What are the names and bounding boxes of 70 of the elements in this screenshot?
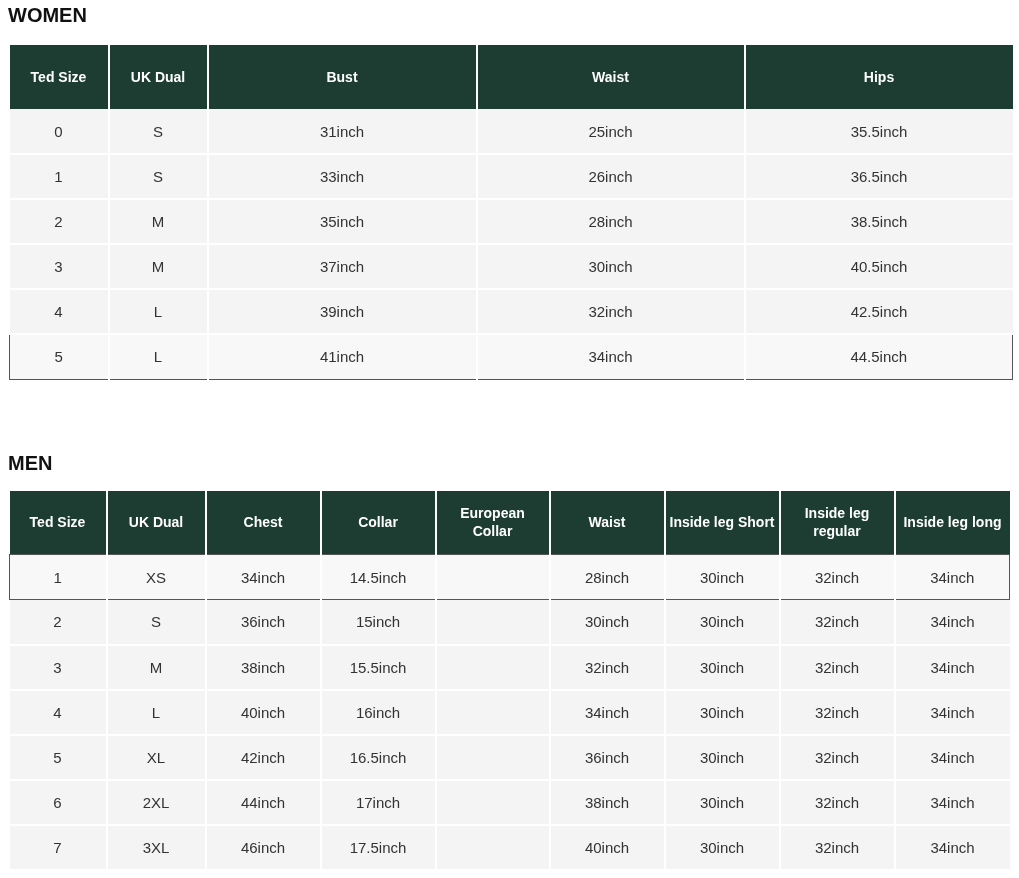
table-cell: 34inch — [894, 644, 1010, 690]
column-header: Chest — [205, 490, 321, 555]
table-cell: 4 — [9, 689, 107, 735]
table-cell: 17.5inch — [320, 824, 436, 870]
table-cell: 5 — [9, 334, 109, 379]
table-cell: 30inch — [664, 779, 780, 825]
table-cell: 30inch — [664, 734, 780, 780]
column-header: Bust — [207, 45, 477, 109]
table-cell: 15inch — [320, 599, 436, 645]
table-cell: 40inch — [549, 824, 665, 870]
table-cell: 44inch — [205, 779, 321, 825]
table-cell: 5 — [9, 734, 107, 780]
table-cell: 30inch — [664, 599, 780, 645]
table-cell: 42inch — [205, 734, 321, 780]
table-cell: 16inch — [320, 689, 436, 735]
table-cell: 34inch — [894, 554, 1010, 600]
table-cell: 36inch — [549, 734, 665, 780]
table-cell: 34inch — [549, 689, 665, 735]
column-header: Inside leg Short — [664, 490, 780, 555]
table-cell: 3XL — [106, 824, 206, 870]
table-cell: M — [106, 644, 206, 690]
table-cell: 32inch — [779, 824, 895, 870]
table-cell: 40inch — [205, 689, 321, 735]
table-cell: 7 — [9, 824, 107, 870]
column-header: Waist — [476, 45, 745, 109]
table-cell: 44.5inch — [744, 334, 1013, 379]
table-cell: 17inch — [320, 779, 436, 825]
table-cell: 6 — [9, 779, 107, 825]
table-cell: 34inch — [894, 689, 1010, 735]
table-cell: 32inch — [779, 599, 895, 645]
column-header: Waist — [549, 490, 665, 555]
table-cell: 36inch — [205, 599, 321, 645]
table-cell: 32inch — [779, 734, 895, 780]
column-header: European Collar — [435, 490, 550, 555]
table-cell: 32inch — [549, 644, 665, 690]
table-cell: 2 — [9, 599, 107, 645]
section-title: WOMEN — [8, 4, 88, 28]
table-cell: 32inch — [779, 779, 895, 825]
column-header: Collar — [320, 490, 436, 555]
table-cell: 34inch — [894, 734, 1010, 780]
table-cell: S — [106, 599, 206, 645]
column-header: UK Dual — [106, 490, 206, 555]
table-cell: 2XL — [106, 779, 206, 825]
table-cell: 34inch — [894, 599, 1010, 645]
table-cell: 3 — [9, 644, 107, 690]
table-cell: 32inch — [779, 644, 895, 690]
column-header: Ted Size — [9, 45, 109, 109]
table-cell: 30inch — [664, 689, 780, 735]
column-header: Ted Size — [9, 490, 107, 555]
column-header: Hips — [744, 45, 1013, 109]
table-cell: 41inch — [207, 334, 477, 379]
table-cell: 38inch — [549, 779, 665, 825]
section-title: MEN — [8, 451, 54, 476]
table-cell: 30inch — [549, 599, 665, 645]
table-cell: L — [106, 689, 206, 735]
table-cell: 34inch — [894, 824, 1010, 870]
table-cell: 32inch — [779, 689, 895, 735]
table-cell: 30inch — [664, 644, 780, 690]
table-cell: 38inch — [205, 644, 321, 690]
table-cell: 34inch — [476, 334, 745, 379]
table-cell: XL — [106, 734, 206, 780]
table-cell: 30inch — [664, 824, 780, 870]
table-cell: L — [108, 334, 208, 379]
table-cell: 16.5inch — [320, 734, 436, 780]
table-cell: 15.5inch — [320, 644, 436, 690]
column-header: Inside leg long — [894, 490, 1010, 555]
column-header: Inside leg regular — [779, 490, 895, 555]
column-header: UK Dual — [108, 45, 208, 109]
table-cell: 46inch — [205, 824, 321, 870]
table-cell: 34inch — [894, 779, 1010, 825]
